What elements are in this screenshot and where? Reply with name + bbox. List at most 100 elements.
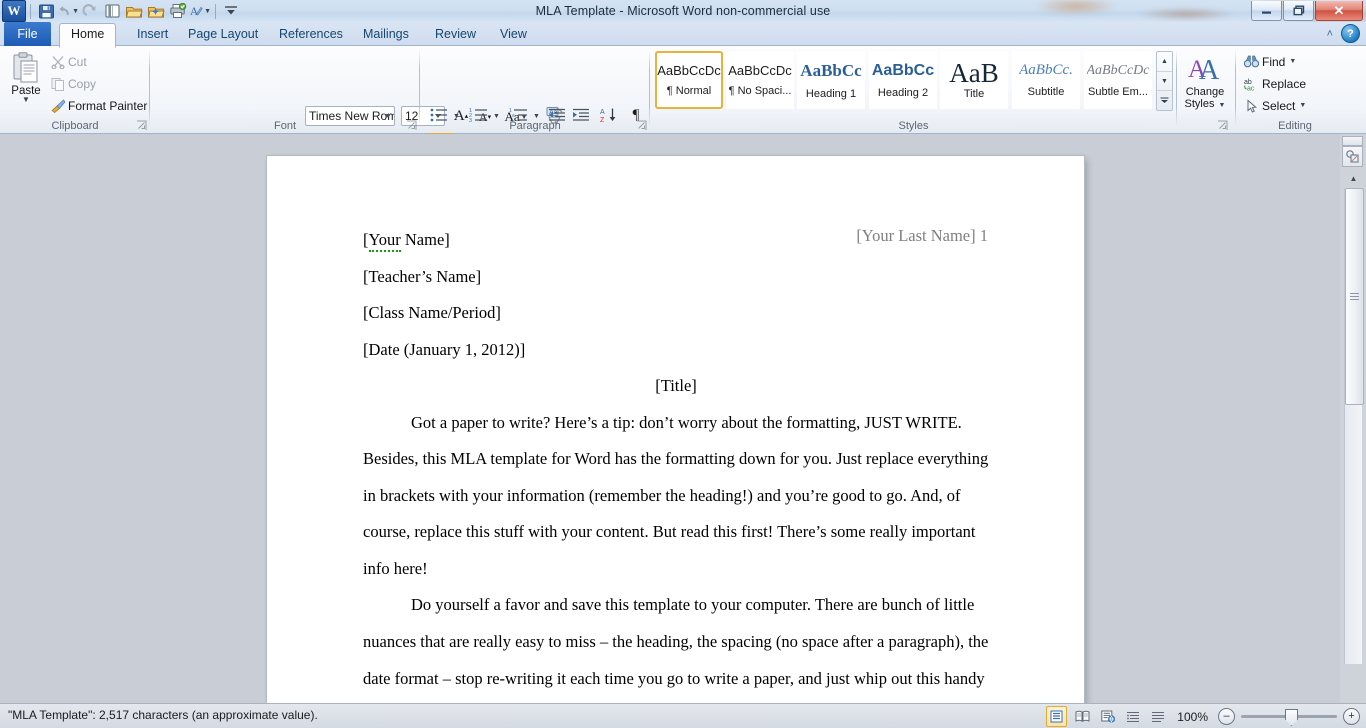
document-page[interactable]: [Your Last Name] 1 [Your Name] [Teacher’… [267, 156, 1084, 704]
tab-view[interactable]: View [489, 23, 538, 46]
style-normal[interactable]: AaBbCcDc ¶ Normal [655, 51, 723, 109]
help-icon[interactable]: ? [1341, 24, 1360, 43]
svg-text:ac: ac [1247, 85, 1255, 91]
replace-icon: ab ac [1241, 77, 1262, 91]
undo-icon[interactable]: ▼ [57, 1, 79, 21]
tab-insert[interactable]: Insert [126, 23, 179, 46]
styles-dialog-launcher[interactable] [1217, 120, 1228, 131]
find-button[interactable]: Find ▼ [1241, 51, 1296, 72]
paste-button[interactable]: Paste ▼ [6, 50, 46, 114]
select-button[interactable]: Select ▼ [1241, 95, 1306, 116]
para1-line-1: Got a paper to write? Here’s a tip: don’… [363, 405, 989, 442]
style-no-spacing[interactable]: AaBbCcDc ¶ No Spaci... [726, 51, 794, 109]
font-dialog-launcher[interactable] [406, 120, 417, 131]
style-subtitle[interactable]: AaBbCc. Subtitle [1012, 51, 1080, 109]
style-subtle-emphasis[interactable]: AaBbCcDс Subtle Em... [1084, 51, 1152, 109]
scroll-thumb-grip [1350, 291, 1359, 302]
close-button[interactable]: ✕ [1315, 1, 1363, 21]
document-workspace[interactable]: [Your Last Name] 1 [Your Name] [Teacher’… [0, 134, 1366, 704]
collapse-ribbon-icon[interactable]: ˄ [1327, 28, 1333, 40]
change-styles-button[interactable]: A A Change Styles ▼ [1179, 50, 1231, 117]
format-painter-dropdown-caret[interactable]: ▼ [204, 8, 211, 15]
tab-review[interactable]: Review [424, 23, 487, 46]
style-heading-1[interactable]: AaBbCс Heading 1 [797, 51, 865, 109]
save-icon[interactable] [35, 1, 57, 21]
styles-gallery-scrollbar[interactable]: ▲ ▼ [1156, 51, 1173, 111]
quick-print-icon[interactable] [167, 1, 189, 21]
outline-view-icon[interactable] [1123, 707, 1142, 726]
find-caret[interactable]: ▼ [1289, 58, 1296, 65]
split-window-handle[interactable] [1342, 136, 1363, 146]
print-layout-view-icon[interactable] [1046, 706, 1067, 727]
style-heading-2-name: Heading 2 [878, 87, 928, 99]
document-body[interactable]: [Your Name] [Teacher’s Name] [Class Name… [363, 222, 989, 697]
zoom-slider-track[interactable] [1241, 715, 1337, 718]
para1-line-2: Besides, this MLA template for Word has … [363, 441, 989, 478]
full-screen-reading-view-icon[interactable] [1073, 707, 1092, 726]
select-caret[interactable]: ▼ [1299, 102, 1306, 109]
customize-qat-icon[interactable] [220, 1, 242, 21]
style-title[interactable]: AaB Title [940, 51, 1008, 109]
open-icon[interactable] [123, 1, 145, 21]
clipboard-dialog-launcher[interactable] [136, 120, 147, 131]
tab-home[interactable]: Home [59, 23, 116, 48]
redo-icon[interactable] [79, 1, 101, 21]
para2-line-1: Do yourself a favor and save this templa… [363, 587, 989, 624]
tab-references[interactable]: References [268, 23, 354, 46]
select-browse-object-icon[interactable] [1342, 146, 1363, 167]
zoom-level[interactable]: 100% [1177, 710, 1208, 724]
styles-gallery-scroll-down[interactable]: ▼ [1157, 71, 1172, 91]
restore-button[interactable] [1283, 1, 1314, 21]
zoom-slider-thumb[interactable] [1285, 709, 1298, 726]
title-bar: W ▼ [0, 0, 1366, 22]
svg-text:A: A [190, 5, 199, 18]
print-preview-icon[interactable] [101, 1, 123, 21]
paste-dropdown-caret[interactable]: ▼ [22, 97, 30, 103]
copy-button[interactable]: Copy [48, 74, 96, 94]
replace-label: Replace [1262, 77, 1306, 91]
zoom-out-button[interactable]: – [1218, 708, 1235, 725]
tab-mailings[interactable]: Mailings [352, 23, 420, 46]
scroll-up-button[interactable]: ▲ [1345, 170, 1362, 186]
style-no-spacing-name: ¶ No Spaci... [729, 85, 792, 97]
web-layout-view-icon[interactable] [1098, 707, 1117, 726]
minimize-button[interactable] [1251, 1, 1282, 21]
scissors-icon [48, 55, 68, 69]
format-painter-icon[interactable]: A ▼ [189, 1, 211, 21]
styles-gallery-scroll-up[interactable]: ▲ [1157, 52, 1172, 71]
scroll-thumb[interactable] [1345, 188, 1364, 405]
replace-button[interactable]: ab ac Replace [1241, 73, 1306, 94]
status-bar-right: 100% – + [1046, 706, 1360, 727]
change-styles-icon: A A [1188, 53, 1222, 86]
document-paragraph-2: Do yourself a favor and save this templa… [363, 587, 989, 697]
tab-file[interactable]: File [4, 22, 51, 46]
heading-line-teacher-name: [Teacher’s Name] [363, 259, 989, 296]
para2-line-3: date format – stop re-writing it each ti… [363, 661, 989, 698]
new-icon[interactable] [145, 1, 167, 21]
find-label: Find [1262, 55, 1285, 69]
styles-gallery-more[interactable] [1157, 90, 1172, 110]
word-app-logo[interactable]: W [2, 0, 26, 22]
ribbon-help-controls: ˄ ? [1327, 24, 1360, 43]
draft-view-icon[interactable] [1148, 707, 1167, 726]
scroll-track[interactable] [1344, 188, 1362, 664]
change-styles-label-line1: Change [1186, 86, 1225, 98]
cut-button[interactable]: Cut [48, 52, 87, 72]
status-text: "MLA Template": 2,517 characters (an app… [8, 708, 318, 722]
undo-dropdown-caret[interactable]: ▼ [72, 8, 79, 15]
tab-page-layout[interactable]: Page Layout [177, 23, 269, 46]
style-title-preview: AaB [949, 60, 999, 86]
zoom-in-button[interactable]: + [1343, 708, 1360, 725]
ribbon-group-clipboard: Paste ▼ Cut [0, 46, 150, 133]
style-heading-2[interactable]: AaBbCc Heading 2 [869, 51, 937, 109]
ribbon-group-styles: AaBbCcDc ¶ Normal AaBbCcDc ¶ No Spaci...… [650, 46, 1177, 133]
paragraph-dialog-launcher[interactable] [636, 120, 647, 131]
group-divider-5 [1235, 50, 1236, 126]
window-controls: ✕ [1250, 1, 1363, 21]
qat-divider [30, 4, 31, 19]
document-title: [Title] [363, 368, 989, 405]
font-name-caret[interactable] [385, 114, 391, 118]
style-subtitle-preview: AaBbCc. [1019, 62, 1073, 79]
ribbon-tab-strip: File Home Insert Page Layout References … [0, 22, 1366, 46]
format-painter-button[interactable]: Format Painter [48, 96, 147, 116]
